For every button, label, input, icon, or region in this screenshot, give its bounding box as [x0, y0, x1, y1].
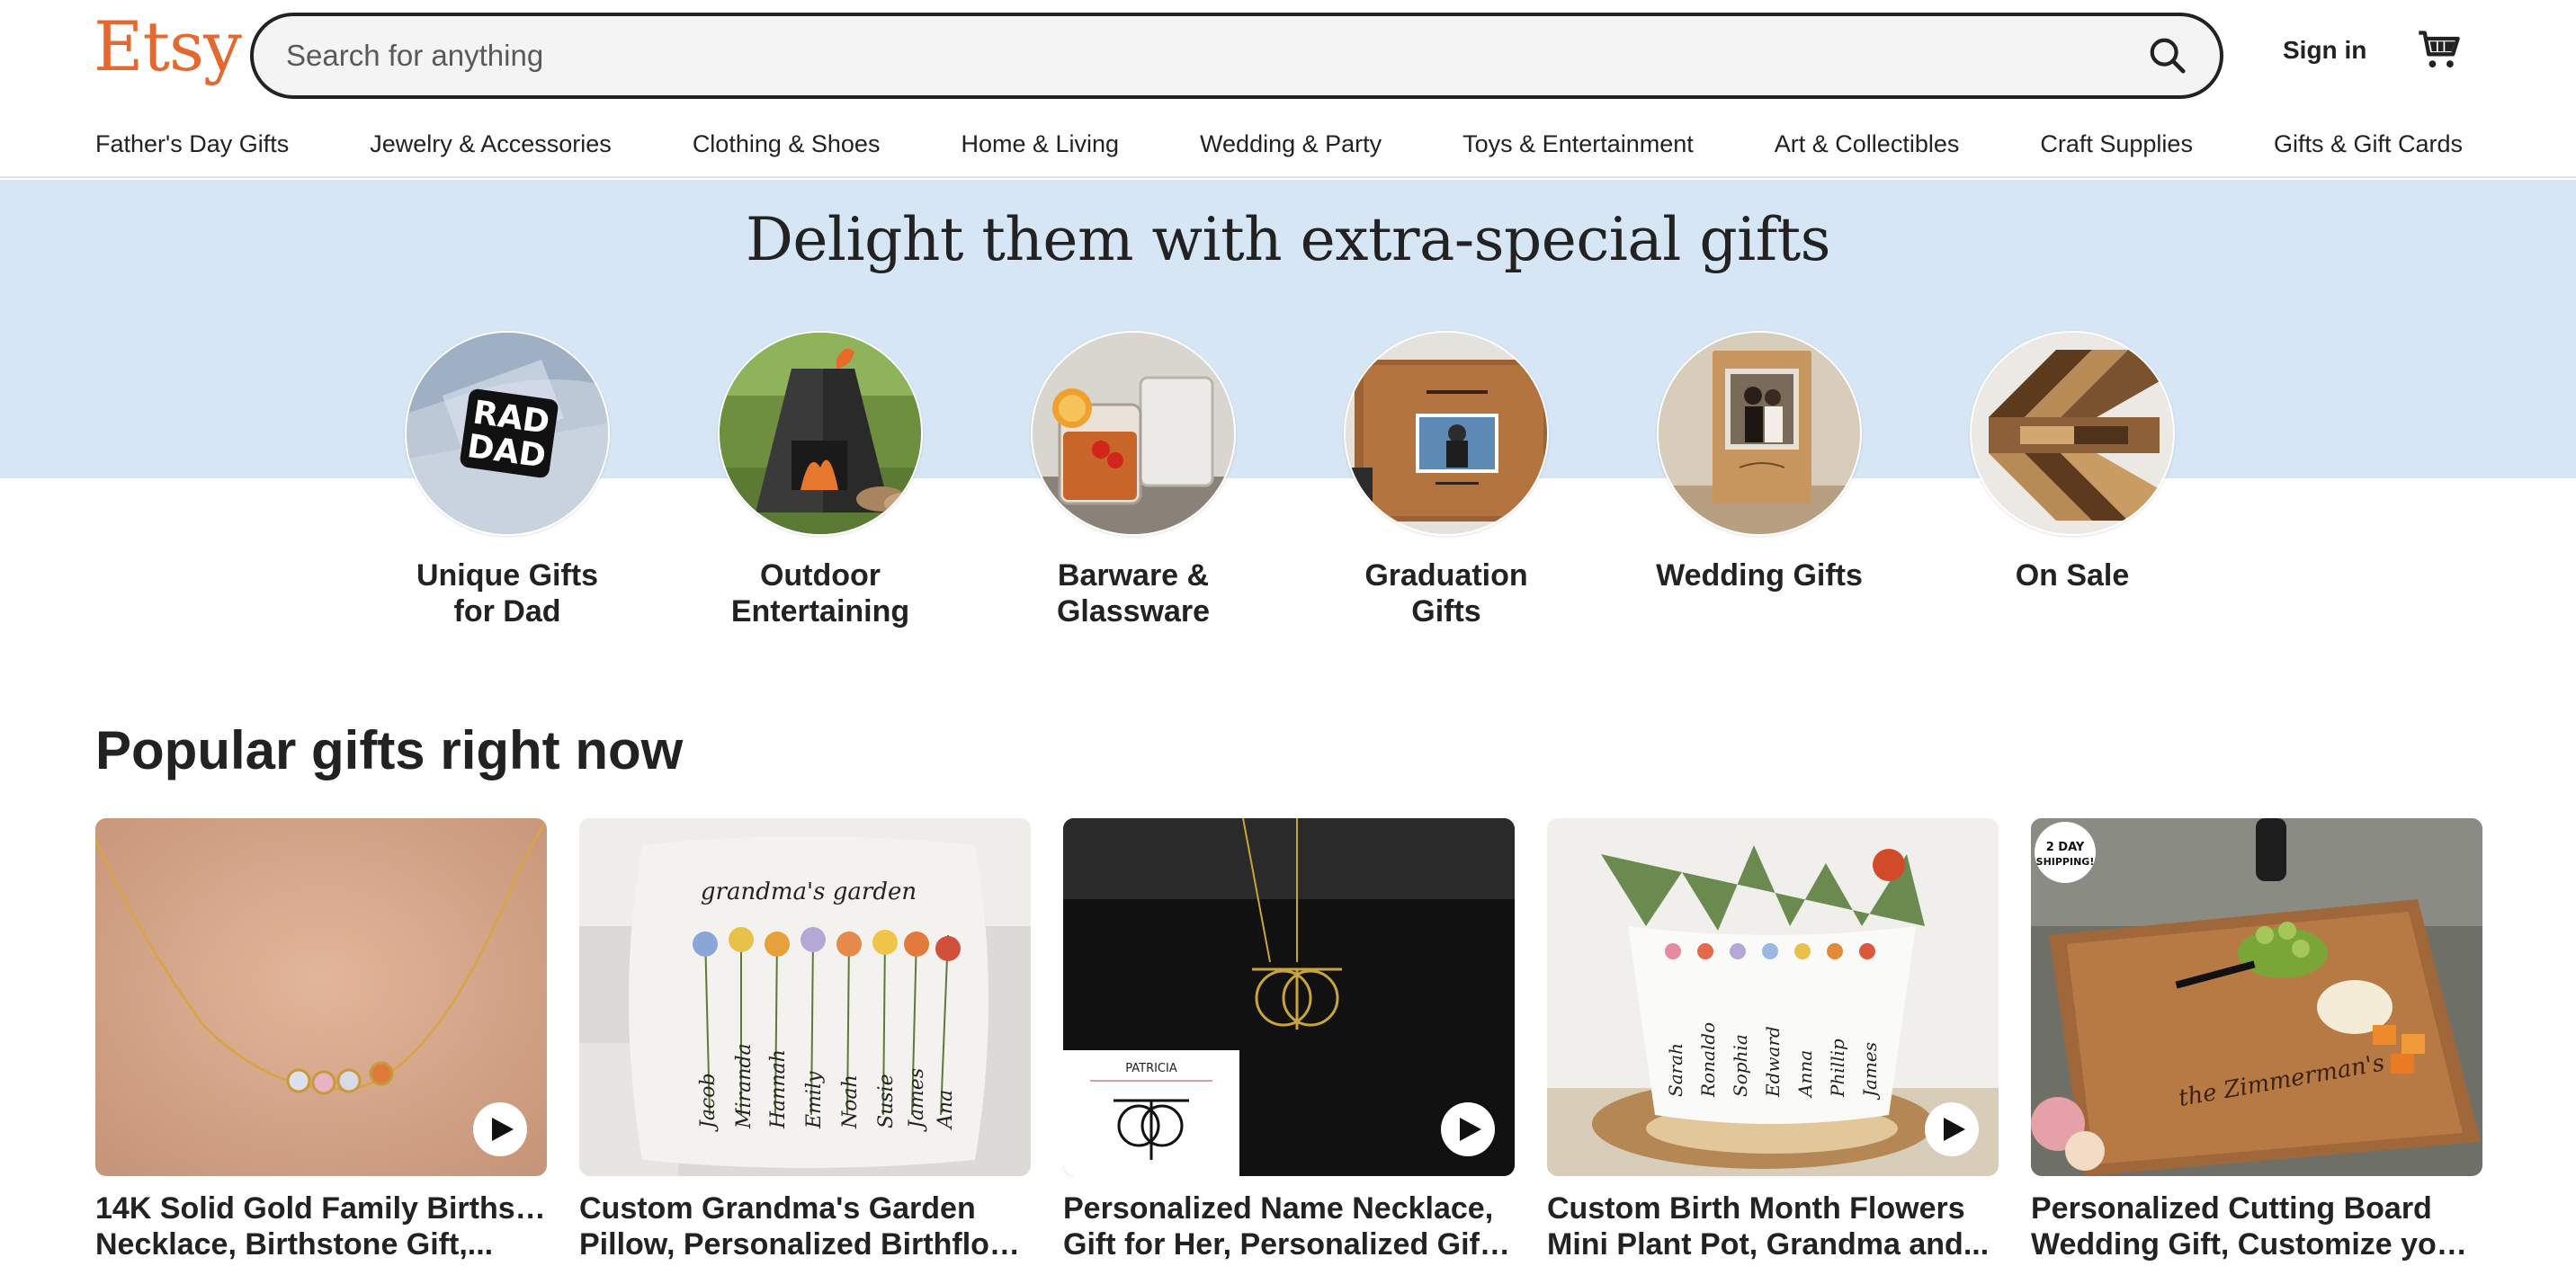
play-icon [1943, 1118, 1965, 1141]
category-label-line1: On Sale [2015, 558, 2130, 593]
play-video-button[interactable] [1441, 1102, 1495, 1156]
wedding-frame-image [1657, 331, 1862, 536]
fire-pit-image [718, 331, 923, 536]
pillow-name: Jacob [697, 1073, 720, 1132]
product-title-line1: Personalized Name Necklace, [1063, 1191, 1494, 1226]
category-graduation-gifts[interactable]: Graduation Gifts [1329, 331, 1563, 629]
cocktail-glass-image [1031, 331, 1236, 536]
pillow-heading: grandma's garden [701, 878, 917, 905]
category-label-line1: Barware & [1057, 558, 1210, 593]
product-image-birthstone-necklace[interactable] [95, 818, 547, 1176]
category-wedding-gifts[interactable]: Wedding Gifts [1642, 331, 1876, 593]
nav-item-home[interactable]: Home & Living [961, 122, 1119, 165]
product-card[interactable]: 14K Solid Gold Family Birthstone Necklac… [95, 818, 547, 1262]
product-image-birth-month-plant-pot[interactable]: Sarah Ronaldo Sophia Edward Anna Phillip… [1547, 818, 1999, 1176]
nav-item-jewelry[interactable]: Jewelry & Accessories [370, 122, 612, 165]
pillow-name: Susie [875, 1074, 898, 1128]
category-label-line2: Gifts [1411, 594, 1481, 629]
nav-item-craft[interactable]: Craft Supplies [2040, 122, 2193, 165]
nav-item-gifts[interactable]: Gifts & Gift Cards [2274, 122, 2463, 165]
nav-item-clothing[interactable]: Clothing & Shoes [693, 122, 881, 165]
product-title[interactable]: Personalized Name Necklace, Gift for Her… [1063, 1190, 1515, 1262]
necklace-card-name: PATRICIA [1125, 1062, 1177, 1075]
category-unique-gifts-for-dad[interactable]: RAD DAD Unique Gifts for Dad [390, 331, 624, 629]
product-title-line1: Custom Birth Month Flowers [1547, 1191, 1965, 1226]
product-card[interactable]: Sarah Ronaldo Sophia Edward Anna Phillip… [1547, 818, 1999, 1262]
category-label-line1: Unique Gifts [416, 558, 599, 593]
category-label-line1: Outdoor [759, 558, 881, 593]
product-title-line1: 14K Solid Gold Family Birthstone [95, 1191, 547, 1226]
shipping-badge-line1: 2 DAY [2046, 841, 2085, 854]
pot-name: Phillip [1827, 1039, 1848, 1098]
category-label-line2: Entertaining [730, 594, 910, 629]
product-card[interactable]: the Zimmerman's 2 DAY SHIPPING! Personal… [2031, 818, 2482, 1262]
product-title[interactable]: Custom Birth Month Flowers Mini Plant Po… [1547, 1190, 1999, 1262]
product-title-line2: Gift for Her, Personalized Gift,... [1063, 1227, 1515, 1262]
category-on-sale[interactable]: On Sale [1955, 331, 2189, 593]
wood-chevron-board-image [1970, 331, 2175, 536]
pillow-name: Miranda [733, 1043, 756, 1129]
product-title-line1: Personalized Cutting Board [2031, 1191, 2432, 1226]
play-icon [491, 1118, 514, 1141]
pot-name: James [1859, 1042, 1881, 1101]
shipping-badge-line2: SHIPPING! [2036, 856, 2095, 868]
product-title-line2: Necklace, Birthstone Gift,... [95, 1227, 494, 1262]
product-title[interactable]: Personalized Cutting Board Wedding Gift,… [2031, 1190, 2482, 1262]
pillow-name: Ana [935, 1090, 957, 1130]
pillow-name: James [906, 1068, 928, 1132]
etsy-logo[interactable]: Etsy [94, 13, 242, 81]
product-title-line2: Pillow, Personalized Birthflowe... [579, 1227, 1031, 1262]
search-input[interactable] [286, 16, 2085, 95]
popular-gifts-list: 14K Solid Gold Family Birthstone Necklac… [95, 818, 2484, 1266]
product-card[interactable]: PATRICIA Personalized Name Necklace, Gif… [1063, 818, 1515, 1262]
play-icon [1459, 1118, 1481, 1141]
pot-name: Anna [1794, 1050, 1816, 1099]
product-title[interactable]: Custom Grandma's Garden Pillow, Personal… [579, 1190, 1031, 1262]
pot-name: Edward [1762, 1026, 1784, 1098]
pillow-name: Hannah [767, 1049, 790, 1129]
pillow-name: Noah [839, 1074, 862, 1129]
play-video-button[interactable] [473, 1102, 527, 1156]
category-label-line2: for Dad [453, 594, 561, 629]
nav-item-toys[interactable]: Toys & Entertainment [1462, 122, 1694, 165]
product-card[interactable]: grandma's garden Jacob Miranda Hannah Em… [579, 818, 1031, 1262]
search-bar[interactable] [250, 13, 2223, 99]
product-title-line1: Custom Grandma's Garden [579, 1191, 976, 1226]
category-label-line2: Glassware [1056, 594, 1211, 629]
category-nav: Father's Day Gifts Jewelry & Accessories… [0, 122, 2576, 178]
product-image-cutting-board[interactable]: the Zimmerman's 2 DAY SHIPPING! [2031, 818, 2482, 1176]
search-icon [2150, 38, 2186, 74]
nav-item-art[interactable]: Art & Collectibles [1775, 122, 1960, 165]
product-image-name-necklace[interactable]: PATRICIA [1063, 818, 1515, 1176]
category-label-line1: Graduation [1364, 558, 1528, 593]
product-title-line2: Mini Plant Pot, Grandma and... [1547, 1227, 1990, 1262]
search-button[interactable] [2142, 31, 2193, 81]
category-outdoor-entertaining[interactable]: Outdoor Entertaining [703, 331, 937, 629]
category-barware-glassware[interactable]: Barware & Glassware [1016, 331, 1250, 629]
sign-in-link[interactable]: Sign in [2283, 36, 2366, 65]
pot-name: Sophia [1730, 1034, 1751, 1097]
pillow-name: Emily [803, 1071, 826, 1129]
graduation-album-image [1344, 331, 1549, 536]
product-title[interactable]: 14K Solid Gold Family Birthstone Necklac… [95, 1190, 547, 1262]
rad-dad-pin-image: RAD DAD [405, 331, 610, 536]
cart-button[interactable] [2416, 27, 2466, 77]
nav-item-fathers-day[interactable]: Father's Day Gifts [95, 122, 289, 165]
category-label-line1: Wedding Gifts [1656, 558, 1863, 593]
pot-name: Ronaldo [1697, 1022, 1719, 1098]
header: Etsy Sign in [0, 0, 2576, 108]
cart-icon [2419, 31, 2460, 68]
popular-section-title: Popular gifts right now [95, 720, 684, 780]
product-image-grandmas-garden-pillow[interactable]: grandma's garden Jacob Miranda Hannah Em… [579, 818, 1031, 1176]
product-title-line2: Wedding Gift, Customize your... [2031, 1227, 2482, 1262]
hero-title: Delight them with extra-special gifts [745, 205, 1831, 274]
pot-name: Sarah [1665, 1043, 1686, 1097]
play-video-button[interactable] [1925, 1102, 1979, 1156]
nav-item-wedding[interactable]: Wedding & Party [1200, 122, 1382, 165]
